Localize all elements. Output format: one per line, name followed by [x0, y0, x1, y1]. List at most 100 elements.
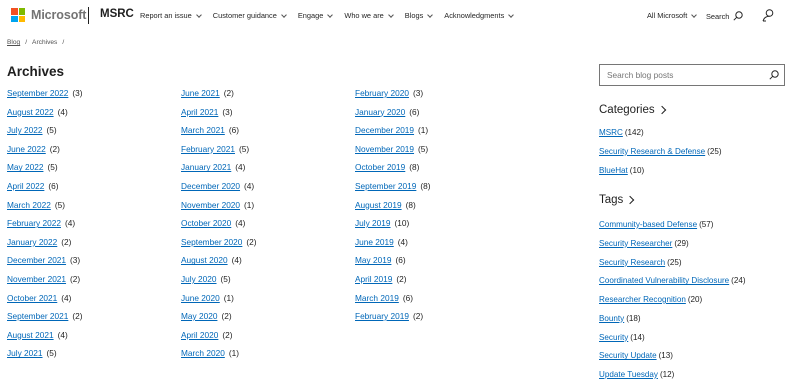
- categories-list: MSRC (142) Security Research & Defense (25)…: [599, 128, 722, 184]
- page-title: Archives: [7, 64, 65, 79]
- breadcrumb-blog-link[interactable]: Blog: [7, 39, 20, 46]
- archive-month-link[interactable]: October 2021: [7, 293, 57, 303]
- archive-month-link[interactable]: September 2020: [181, 237, 242, 247]
- archive-month-link[interactable]: June 2020: [181, 293, 220, 303]
- header-search-button[interactable]: Search: [706, 11, 744, 21]
- nav-customer-guidance[interactable]: Customer guidance: [213, 11, 287, 20]
- archive-month-link[interactable]: December 2019: [355, 125, 414, 135]
- nav-report-an-issue[interactable]: Report an issue: [140, 11, 202, 20]
- archive-month-link[interactable]: August 2020: [181, 255, 228, 265]
- category-link[interactable]: Security Research & Defense: [599, 147, 705, 156]
- archive-month-link[interactable]: June 2019: [355, 237, 394, 247]
- archive-post-count: (3): [72, 88, 83, 98]
- archive-post-count: (10): [394, 218, 410, 229]
- archive-month-link[interactable]: December 2020: [181, 181, 240, 191]
- archive-month-link[interactable]: March 2022: [7, 200, 51, 210]
- archive-list-item: June 2020 (1): [181, 293, 257, 312]
- archive-month-link[interactable]: January 2022: [7, 237, 57, 247]
- archive-month-link[interactable]: May 2019: [355, 255, 391, 265]
- archive-month-link[interactable]: May 2020: [181, 311, 217, 321]
- archive-month-link[interactable]: January 2021: [181, 162, 231, 172]
- archive-month-link[interactable]: October 2020: [181, 218, 231, 228]
- tag-list-item: Community-based Defense (57): [599, 220, 746, 239]
- nav-label: Acknowledgments: [444, 11, 505, 20]
- archive-month-link[interactable]: February 2021: [181, 144, 235, 154]
- archive-month-link[interactable]: April 2020: [181, 330, 218, 340]
- archive-month-link[interactable]: April 2021: [181, 107, 218, 117]
- categories-heading[interactable]: Categories: [599, 104, 666, 116]
- tag-link[interactable]: Researcher Recognition: [599, 295, 686, 304]
- category-link[interactable]: BlueHat: [599, 166, 628, 175]
- archive-month-link[interactable]: March 2020: [181, 348, 225, 358]
- archive-month-link[interactable]: November 2021: [7, 274, 66, 284]
- archive-post-count: (2): [222, 329, 233, 340]
- archive-post-count: (2): [72, 311, 83, 322]
- archive-month-link[interactable]: July 2019: [355, 218, 391, 228]
- archive-post-count: (5): [46, 125, 57, 136]
- archive-post-count: (3): [412, 88, 424, 98]
- main-nav: Report an issue Customer guidance Engage…: [140, 11, 525, 20]
- archive-month-link[interactable]: September 2019: [355, 181, 416, 191]
- tag-link[interactable]: Security: [599, 333, 628, 342]
- archive-list-item: March 2019 (6): [355, 293, 431, 312]
- archive-month-link[interactable]: July 2022: [7, 125, 43, 135]
- nav-engage[interactable]: Engage: [298, 11, 334, 20]
- tags-heading[interactable]: Tags: [599, 194, 635, 206]
- archive-month-link[interactable]: June 2021: [181, 88, 220, 98]
- archive-month-link[interactable]: May 2022: [7, 162, 43, 172]
- archive-list-item: May 2022 (5): [7, 162, 83, 181]
- header-search-label: Search: [706, 11, 730, 21]
- msrc-brand-link[interactable]: MSRC: [100, 8, 134, 20]
- archive-month-link[interactable]: April 2022: [7, 181, 44, 191]
- archive-month-link[interactable]: March 2021: [181, 125, 225, 135]
- tag-link[interactable]: Security Research: [599, 258, 665, 267]
- tag-link[interactable]: Community-based Defense: [599, 220, 697, 229]
- nav-acknowledgments[interactable]: Acknowledgments: [444, 11, 515, 20]
- tag-list-item: Security (14): [599, 333, 746, 352]
- tag-link[interactable]: Security Researcher: [599, 239, 672, 248]
- archive-list-item: November 2019 (5): [355, 144, 431, 163]
- archive-post-count: (1): [223, 292, 234, 303]
- archive-month-link[interactable]: April 2019: [355, 274, 392, 284]
- tag-link[interactable]: Bounty: [599, 314, 624, 323]
- category-link[interactable]: MSRC: [599, 128, 623, 137]
- archive-month-link[interactable]: March 2019: [355, 293, 399, 303]
- archive-month-link[interactable]: October 2019: [355, 162, 405, 172]
- archive-month-link[interactable]: December 2021: [7, 255, 66, 265]
- archive-post-count: (8): [405, 199, 416, 210]
- archive-month-link[interactable]: August 2021: [7, 330, 54, 340]
- archive-post-count: (5): [46, 348, 57, 359]
- account-sign-in-button[interactable]: [761, 8, 775, 27]
- archive-month-link[interactable]: February 2019: [355, 311, 409, 321]
- blog-search-button[interactable]: [764, 70, 784, 80]
- microsoft-logo[interactable]: Microsoft: [11, 8, 86, 22]
- archive-month-link[interactable]: January 2020: [355, 107, 405, 117]
- archive-month-link[interactable]: June 2022: [7, 144, 46, 154]
- tag-post-count: (14): [630, 332, 645, 342]
- tag-link[interactable]: Update Tuesday: [599, 370, 658, 379]
- archive-list-item: September 2019 (8): [355, 181, 431, 200]
- archive-month-link[interactable]: August 2019: [355, 200, 402, 210]
- search-icon: [769, 70, 779, 80]
- archive-month-link[interactable]: September 2021: [7, 311, 68, 321]
- nav-blogs[interactable]: Blogs: [405, 11, 434, 20]
- archive-list-item: April 2020 (2): [181, 330, 257, 349]
- archive-month-link[interactable]: November 2019: [355, 144, 414, 154]
- archive-month-link[interactable]: November 2020: [181, 200, 240, 210]
- archive-post-count: (5): [220, 273, 231, 284]
- archive-month-link[interactable]: February 2022: [7, 218, 61, 228]
- archive-month-link[interactable]: August 2022: [7, 107, 54, 117]
- archive-month-link[interactable]: July 2021: [7, 348, 43, 358]
- tag-link[interactable]: Coordinated Vulnerability Disclosure: [599, 276, 729, 285]
- archive-month-link[interactable]: September 2022: [7, 88, 68, 98]
- archive-month-link[interactable]: July 2020: [181, 274, 217, 284]
- blog-search-box: [599, 64, 785, 86]
- archive-list-item: May 2020 (2): [181, 311, 257, 330]
- tag-link[interactable]: Security Update: [599, 351, 657, 360]
- blog-search-input[interactable]: [600, 70, 764, 80]
- archive-list-item: September 2020 (2): [181, 237, 257, 256]
- archive-month-link[interactable]: February 2020: [355, 88, 409, 98]
- nav-who-we-are[interactable]: Who we are: [344, 11, 394, 20]
- all-microsoft-menu[interactable]: All Microsoft: [647, 11, 698, 20]
- archive-post-count: (3): [70, 255, 81, 266]
